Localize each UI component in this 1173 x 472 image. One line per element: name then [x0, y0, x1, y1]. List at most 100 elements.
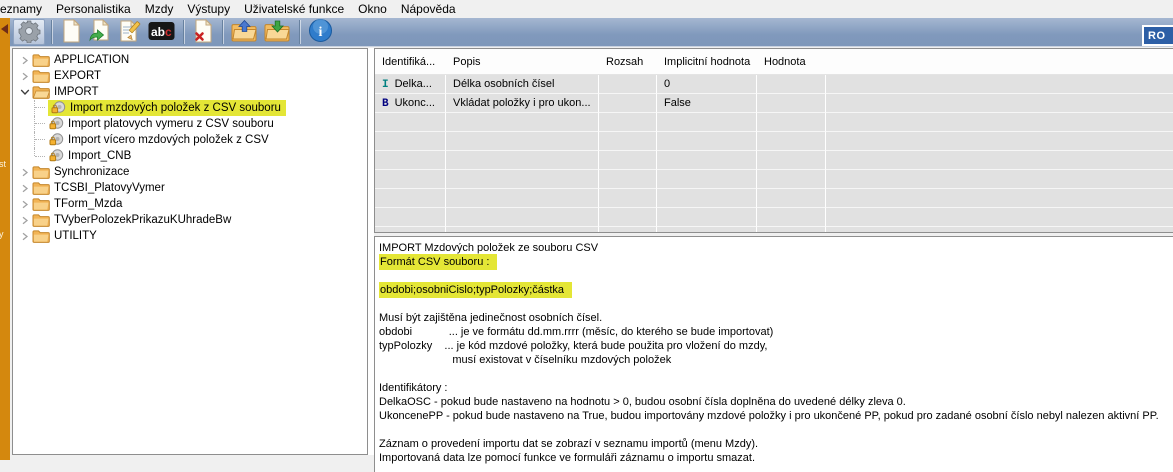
tree-item-label: APPLICATION [54, 54, 129, 66]
tree-item-label: UTILITY [54, 230, 97, 242]
param-filler-cell [826, 94, 1173, 113]
delete-document-button[interactable] [190, 19, 216, 45]
tree-item-import-mzdov-ch-polo-ek-z-csv-souboru[interactable]: Import mzdových položek z CSV souboru [13, 100, 367, 116]
empty-cell [446, 151, 599, 170]
column-header-implicitn-hodnota[interactable]: Implicitní hodnota [657, 56, 757, 68]
param-popis-cell[interactable]: Délka osobních čísel [446, 75, 599, 94]
folder-icon [32, 213, 50, 227]
empty-cell [826, 132, 1173, 151]
tree-connector [34, 100, 48, 116]
info-button[interactable]: i [306, 19, 335, 45]
empty-cell [757, 151, 826, 170]
param-identifier-cell[interactable]: BUkonc... [375, 94, 446, 113]
new-document-icon [60, 19, 82, 46]
tree-item-import-v-cero-mzdov-ch-polo-ek-z-csv[interactable]: Import vícero mzdových položek z CSV [13, 132, 367, 148]
folder-icon [32, 53, 50, 67]
folder-open-down-icon [264, 19, 291, 45]
menu-item-eznamy[interactable]: eznamy [0, 1, 49, 18]
chevron-right-icon[interactable] [18, 68, 31, 84]
empty-cell [657, 208, 757, 227]
spellcheck-abc-button[interactable]: abc [146, 19, 177, 45]
chevron-right-icon[interactable] [18, 212, 31, 228]
chevron-down-icon[interactable] [18, 84, 31, 100]
edit-document-button[interactable] [116, 19, 144, 45]
strip-text-fragment: y [0, 230, 4, 239]
chevron-right-icon[interactable] [18, 180, 31, 196]
collapse-arrow-icon[interactable] [1, 24, 8, 34]
chevron-right-icon[interactable] [18, 228, 31, 244]
empty-cell [446, 170, 599, 189]
toolbar-separator [299, 20, 300, 44]
menu-item-mzdy[interactable]: Mzdy [138, 1, 181, 18]
param-row-delka[interactable]: IDelka...Délka osobních čísel 0 [375, 75, 1173, 94]
column-header-rozsah[interactable]: Rozsah [599, 56, 657, 68]
column-header-identifik[interactable]: Identifiká... [375, 56, 446, 68]
gear-button[interactable] [13, 19, 45, 45]
empty-cell [375, 189, 446, 208]
tree-item-synchronizace[interactable]: Synchronizace [13, 164, 367, 180]
chevron-right-icon[interactable] [18, 164, 31, 180]
param-identifier-cell[interactable]: IDelka... [375, 75, 446, 94]
tree-item-tvyberpolozekprikazukuhradebw[interactable]: TVyberPolozekPrikazuKUhradeBw [13, 212, 367, 228]
empty-grid-row [375, 170, 1173, 189]
column-header-hodnota[interactable]: Hodnota [757, 56, 826, 68]
param-popis-cell[interactable]: Vkládat položky i pro ukon... [446, 94, 599, 113]
tree-item-tform-mzda[interactable]: TForm_Mzda [13, 196, 367, 212]
import-document-button[interactable] [86, 19, 114, 45]
description-line: IMPORT Mzdových položek ze souboru CSV [379, 241, 1168, 255]
param-implicitni-cell[interactable]: False [657, 94, 757, 113]
param-rozsah-cell[interactable] [599, 75, 657, 94]
tree-connector [34, 116, 48, 132]
menu-item-okno[interactable]: Okno [351, 1, 394, 18]
empty-cell [375, 113, 446, 132]
param-hodnota-cell[interactable] [757, 94, 826, 113]
docked-panel-strip[interactable]: sty [0, 18, 10, 460]
tree-item-tcsbi-platovyvymer[interactable]: TCSBI_PlatovyVymer [13, 180, 367, 196]
new-document-button[interactable] [58, 19, 84, 45]
chevron-right-icon[interactable] [18, 52, 31, 68]
menu-item-personalistika[interactable]: Personalistika [49, 1, 138, 18]
highlighted-text: Formát CSV souboru : [379, 254, 497, 270]
chevron-right-icon[interactable] [18, 196, 31, 212]
menu-item-u-ivatelsk-funkce[interactable]: Uživatelské funkce [237, 1, 351, 18]
tree-item-import[interactable]: IMPORT [13, 84, 367, 100]
tree-item-import-platovych-vymeru-z-csv-souboru[interactable]: Import platovych vymeru z CSV souboru [13, 116, 367, 132]
folder-icon [32, 229, 50, 243]
param-row-ukonc[interactable]: BUkonc...Vkládat položky i pro ukon... Fa… [375, 94, 1173, 113]
tree-item-label: Import vícero mzdových položek z CSV [68, 134, 269, 146]
svg-text:ab: ab [151, 25, 165, 39]
empty-grid-row [375, 227, 1173, 233]
param-implicitni-cell[interactable]: 0 [657, 75, 757, 94]
tree-item-utility[interactable]: UTILITY [13, 228, 367, 244]
description-line [379, 367, 1168, 381]
tree-item-application[interactable]: APPLICATION [13, 52, 367, 68]
spellcheck-abc-icon: abc [148, 21, 175, 44]
svg-text:i: i [319, 25, 323, 40]
folder-open-up-button[interactable] [229, 19, 260, 45]
tree-item-export[interactable]: EXPORT [13, 68, 367, 84]
column-header-popis[interactable]: Popis [446, 56, 599, 68]
param-hodnota-cell[interactable] [757, 75, 826, 94]
empty-cell [826, 151, 1173, 170]
description-line [379, 297, 1168, 311]
empty-cell [757, 227, 826, 233]
empty-cell [375, 227, 446, 233]
tree-item-label: IMPORT [54, 86, 99, 98]
folder-open-down-button[interactable] [262, 19, 293, 45]
properties-tree: APPLICATION EXPORT IMPORT Import mzdových p… [12, 48, 368, 455]
function-icon [51, 101, 66, 115]
description-line: typPolozky ... je kód mzdové položky, kt… [379, 339, 1168, 353]
menu-item-n-pov-da[interactable]: Nápověda [394, 1, 463, 18]
menu-item-v-stupy[interactable]: Výstupy [180, 1, 237, 18]
import-document-icon [88, 19, 112, 46]
edit-document-icon [118, 19, 142, 46]
description-panel: IMPORT Mzdových položek ze souboru CSVFo… [374, 236, 1173, 472]
description-line [379, 269, 1168, 283]
empty-cell [657, 227, 757, 233]
toolbar: abciRO [0, 18, 1173, 47]
description-line: Musí být zajištěna jedinečnost osobních … [379, 311, 1168, 325]
empty-cell [826, 227, 1173, 233]
param-rozsah-cell[interactable] [599, 94, 657, 113]
tree-item-import-cnb[interactable]: Import_CNB [13, 148, 367, 164]
empty-cell [446, 113, 599, 132]
